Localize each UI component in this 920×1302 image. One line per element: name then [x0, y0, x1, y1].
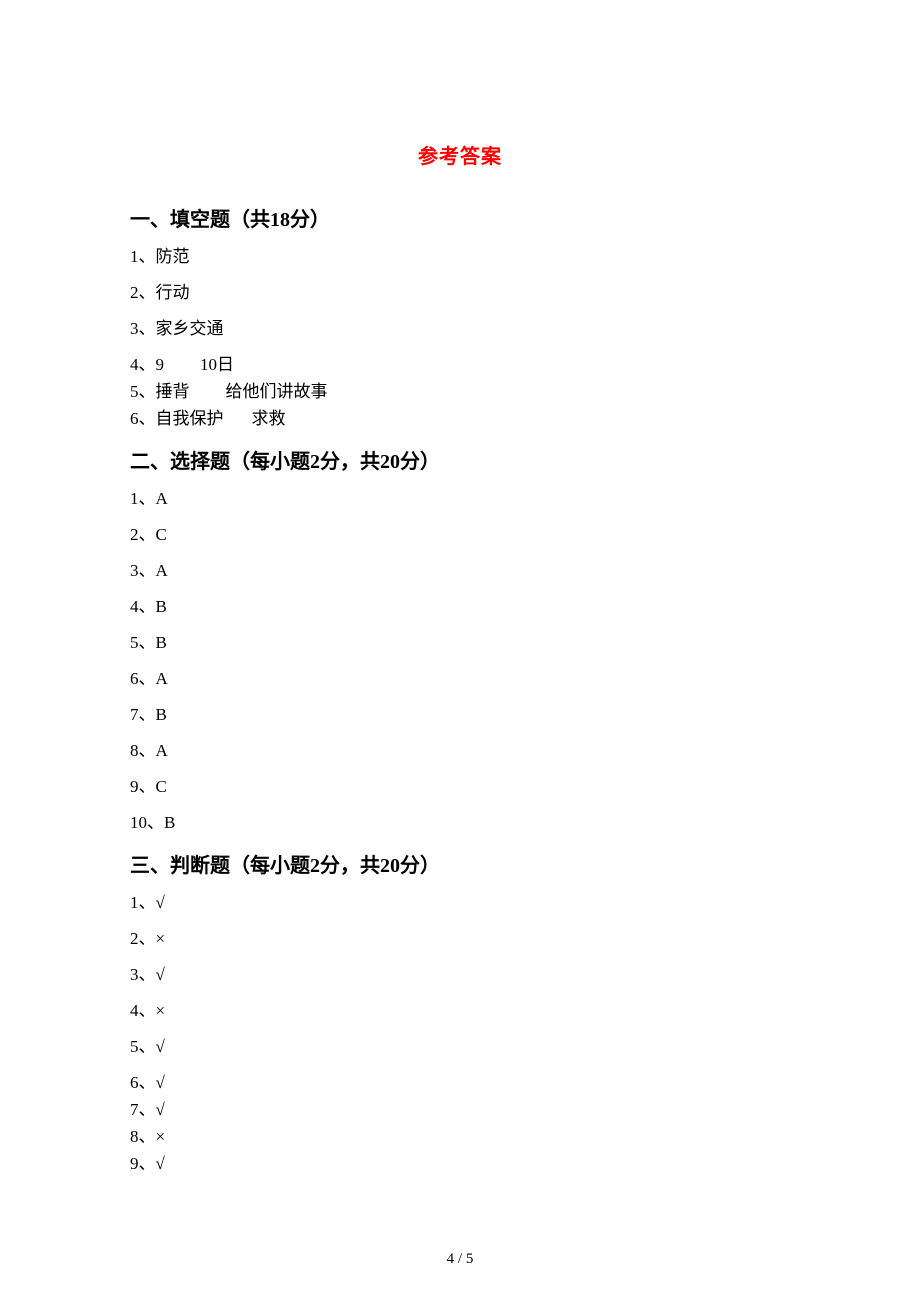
s1-item-4a: 4、9 [130, 355, 164, 374]
s3-item-3: 3、√ [130, 964, 790, 986]
s2-item-8: 8、A [130, 740, 790, 762]
s3-item-7: 7、√ [130, 1099, 790, 1121]
section-1-header: 一、填空题（共18分） [130, 203, 790, 232]
s1-item-6a: 6、自我保护 [130, 409, 224, 428]
s3-item-6: 6、√ [130, 1072, 790, 1094]
s1-item-5a: 5、捶背 [130, 382, 190, 401]
s2-item-10: 10、B [130, 812, 790, 834]
s1-item-5b: 给他们讲故事 [226, 382, 328, 401]
page: 参考答案 一、填空题（共18分） 1、防范 2、行动 3、家乡交通 4、9 10日… [0, 0, 920, 1302]
s2-item-3: 3、A [130, 560, 790, 582]
s1-item-6b: 求救 [252, 409, 286, 428]
s3-item-5: 5、√ [130, 1036, 790, 1058]
answers-title: 参考答案 [130, 140, 790, 169]
s3-item-1: 1、√ [130, 892, 790, 914]
s3-item-2: 2、× [130, 928, 790, 950]
s1-item-4: 4、9 10日 [130, 354, 790, 376]
s1-item-5: 5、捶背 给他们讲故事 [130, 381, 790, 403]
section-3-header: 三、判断题（每小题2分，共20分） [130, 849, 790, 878]
section-2-header: 二、选择题（每小题2分，共20分） [130, 445, 790, 474]
s2-item-6: 6、A [130, 668, 790, 690]
page-number: 4 / 5 [0, 1251, 920, 1268]
s2-item-5: 5、B [130, 632, 790, 654]
s3-item-9: 9、√ [130, 1153, 790, 1175]
s2-item-1: 1、A [130, 488, 790, 510]
s2-item-4: 4、B [130, 596, 790, 618]
s3-item-8: 8、× [130, 1126, 790, 1148]
s1-item-1: 1、防范 [130, 246, 790, 268]
s2-item-2: 2、C [130, 524, 790, 546]
s2-item-9: 9、C [130, 776, 790, 798]
s1-item-6: 6、自我保护 求救 [130, 408, 790, 430]
s1-item-4b: 10日 [200, 355, 234, 374]
s2-item-7: 7、B [130, 704, 790, 726]
s1-item-3: 3、家乡交通 [130, 318, 790, 340]
s1-item-2: 2、行动 [130, 282, 790, 304]
s3-item-4: 4、× [130, 1000, 790, 1022]
